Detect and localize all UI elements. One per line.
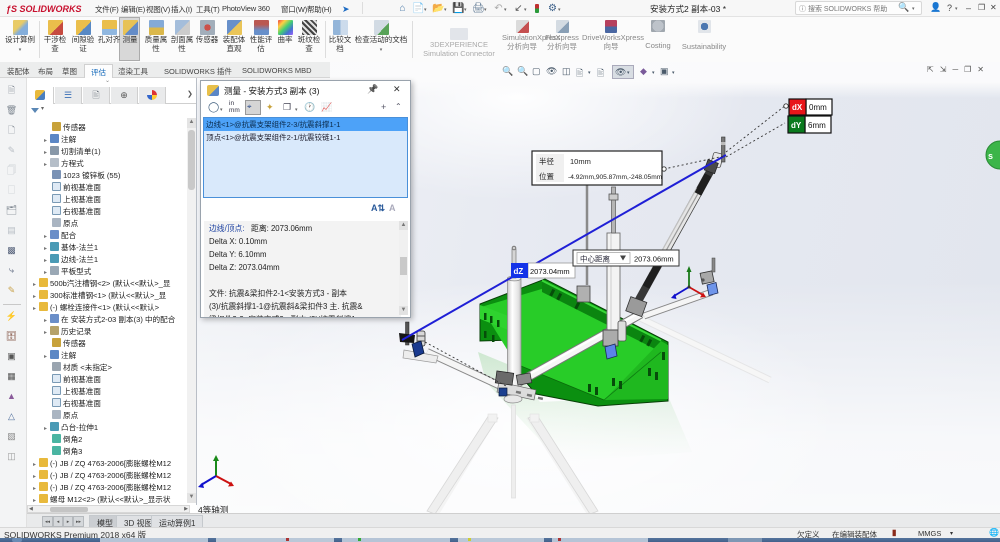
svg-text:半径: 半径 (539, 156, 554, 166)
svg-text:dY: dY (791, 121, 802, 130)
svg-text:0mm: 0mm (809, 103, 827, 112)
svg-text:dZ: dZ (514, 267, 524, 276)
svg-text:2073.04mm: 2073.04mm (530, 267, 570, 276)
svg-text:位置: 位置 (539, 171, 554, 181)
svg-text:中心距离: 中心距离 (580, 254, 610, 264)
svg-text:-4.92mm,905.87mm,-248.05mm: -4.92mm,905.87mm,-248.05mm (568, 174, 663, 181)
svg-text:s: s (988, 151, 993, 161)
svg-text:6mm: 6mm (808, 121, 826, 130)
svg-text:2073.06mm: 2073.06mm (634, 255, 674, 264)
svg-text:dX: dX (792, 103, 803, 112)
svg-text:10mm: 10mm (570, 157, 591, 166)
